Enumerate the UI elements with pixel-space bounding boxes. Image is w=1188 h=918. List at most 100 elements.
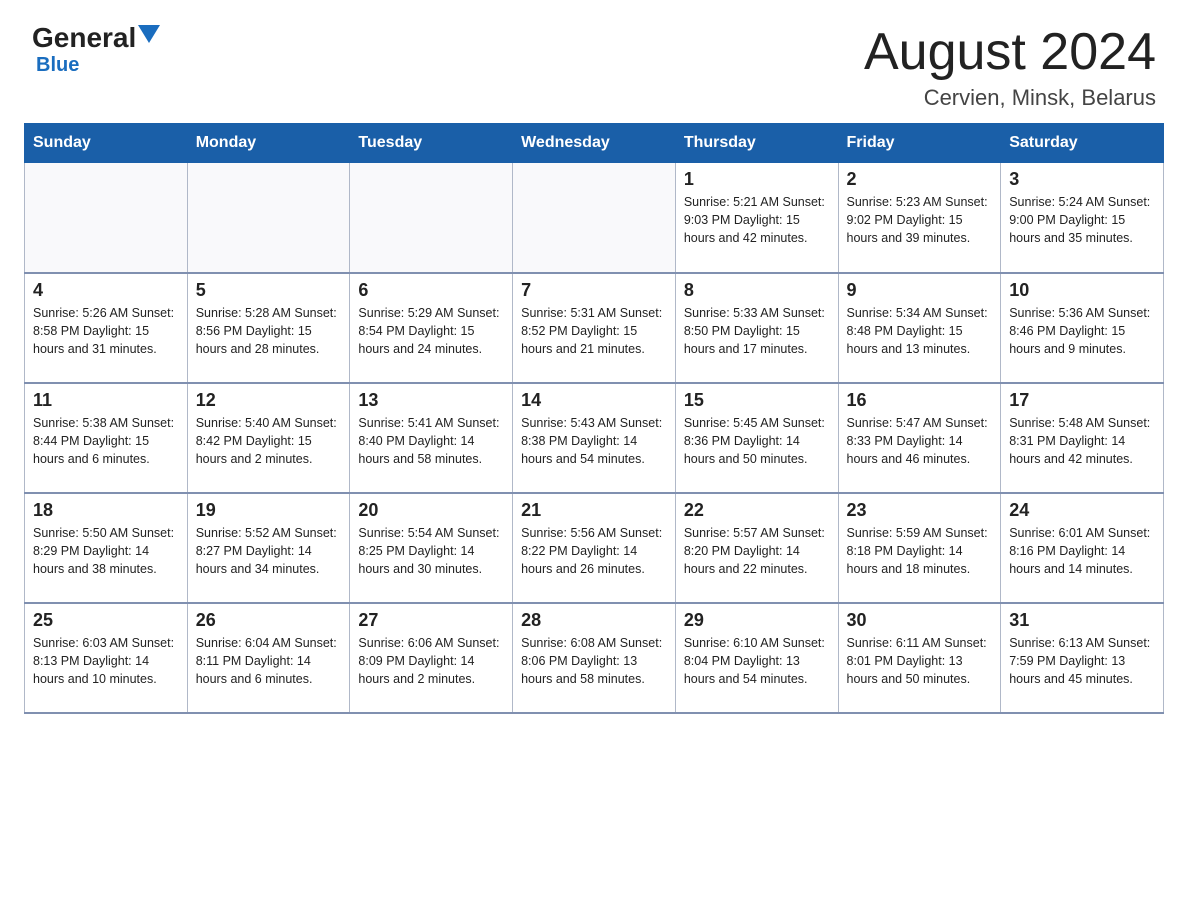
day-number: 17 bbox=[1009, 390, 1155, 411]
calendar-cell bbox=[25, 163, 188, 273]
calendar-cell: 13 Sunrise: 5:41 AM Sunset: 8:40 PM Dayli… bbox=[350, 383, 513, 493]
day-number: 13 bbox=[358, 390, 504, 411]
calendar-row-3: 11 Sunrise: 5:38 AM Sunset: 8:44 PM Dayli… bbox=[25, 383, 1164, 493]
day-number: 2 bbox=[847, 169, 993, 190]
calendar-row-4: 18 Sunrise: 5:50 AM Sunset: 8:29 PM Dayli… bbox=[25, 493, 1164, 603]
day-info: Sunrise: 5:34 AM Sunset: 8:48 PM Dayligh… bbox=[847, 304, 993, 358]
day-info: Sunrise: 6:03 AM Sunset: 8:13 PM Dayligh… bbox=[33, 634, 179, 688]
day-number: 29 bbox=[684, 610, 830, 631]
day-number: 16 bbox=[847, 390, 993, 411]
calendar-cell: 23Sunrise: 5:59 AM Sunset: 8:18 PM Dayli… bbox=[838, 493, 1001, 603]
day-info: Sunrise: 5:41 AM Sunset: 8:40 PM Dayligh… bbox=[358, 414, 504, 468]
calendar-cell: 7Sunrise: 5:31 AM Sunset: 8:52 PM Daylig… bbox=[513, 273, 676, 383]
day-number: 9 bbox=[847, 280, 993, 301]
calendar-cell: 20 Sunrise: 5:54 AM Sunset: 8:25 PM Dayli… bbox=[350, 493, 513, 603]
day-number: 31 bbox=[1009, 610, 1155, 631]
calendar-cell: 12Sunrise: 5:40 AM Sunset: 8:42 PM Dayli… bbox=[187, 383, 350, 493]
col-wednesday: Wednesday bbox=[513, 124, 676, 163]
day-number: 3 bbox=[1009, 169, 1155, 190]
day-info: Sunrise: 6:06 AM Sunset: 8:09 PM Dayligh… bbox=[358, 634, 504, 688]
day-number: 15 bbox=[684, 390, 830, 411]
day-number: 8 bbox=[684, 280, 830, 301]
calendar-row-1: 1 Sunrise: 5:21 AM Sunset: 9:03 PM Daylig… bbox=[25, 163, 1164, 273]
calendar: Sunday Monday Tuesday Wednesday Thursday… bbox=[0, 123, 1188, 738]
day-number: 27 bbox=[358, 610, 504, 631]
calendar-cell: 26 Sunrise: 6:04 AM Sunset: 8:11 PM Dayli… bbox=[187, 603, 350, 713]
day-info: Sunrise: 5:47 AM Sunset: 8:33 PM Dayligh… bbox=[847, 414, 993, 468]
day-info: Sunrise: 5:50 AM Sunset: 8:29 PM Dayligh… bbox=[33, 524, 179, 578]
day-number: 30 bbox=[847, 610, 993, 631]
day-info: Sunrise: 6:08 AM Sunset: 8:06 PM Dayligh… bbox=[521, 634, 667, 688]
day-number: 14 bbox=[521, 390, 667, 411]
month-year: August 2024 bbox=[864, 24, 1156, 81]
day-number: 4 bbox=[33, 280, 179, 301]
col-tuesday: Tuesday bbox=[350, 124, 513, 163]
day-info: Sunrise: 6:04 AM Sunset: 8:11 PM Dayligh… bbox=[196, 634, 342, 688]
day-info: Sunrise: 5:29 AM Sunset: 8:54 PM Dayligh… bbox=[358, 304, 504, 358]
calendar-cell: 9 Sunrise: 5:34 AM Sunset: 8:48 PM Daylig… bbox=[838, 273, 1001, 383]
day-info: Sunrise: 5:38 AM Sunset: 8:44 PM Dayligh… bbox=[33, 414, 179, 468]
day-info: Sunrise: 6:11 AM Sunset: 8:01 PM Dayligh… bbox=[847, 634, 993, 688]
calendar-cell bbox=[513, 163, 676, 273]
col-friday: Friday bbox=[838, 124, 1001, 163]
day-info: Sunrise: 5:40 AM Sunset: 8:42 PM Dayligh… bbox=[196, 414, 342, 468]
logo-triangle-icon bbox=[138, 25, 160, 43]
day-info: Sunrise: 5:54 AM Sunset: 8:25 PM Dayligh… bbox=[358, 524, 504, 578]
calendar-cell: 10 Sunrise: 5:36 AM Sunset: 8:46 PM Dayli… bbox=[1001, 273, 1164, 383]
calendar-cell: 8 Sunrise: 5:33 AM Sunset: 8:50 PM Daylig… bbox=[675, 273, 838, 383]
calendar-cell bbox=[187, 163, 350, 273]
calendar-table: Sunday Monday Tuesday Wednesday Thursday… bbox=[24, 123, 1164, 714]
calendar-cell: 21Sunrise: 5:56 AM Sunset: 8:22 PM Dayli… bbox=[513, 493, 676, 603]
day-number: 21 bbox=[521, 500, 667, 521]
calendar-cell: 6 Sunrise: 5:29 AM Sunset: 8:54 PM Daylig… bbox=[350, 273, 513, 383]
day-info: Sunrise: 5:26 AM Sunset: 8:58 PM Dayligh… bbox=[33, 304, 179, 358]
calendar-cell: 31Sunrise: 6:13 AM Sunset: 7:59 PM Dayli… bbox=[1001, 603, 1164, 713]
calendar-cell: 4 Sunrise: 5:26 AM Sunset: 8:58 PM Daylig… bbox=[25, 273, 188, 383]
day-number: 24 bbox=[1009, 500, 1155, 521]
title-area: August 2024 Cervien, Minsk, Belarus bbox=[864, 24, 1156, 111]
day-number: 6 bbox=[358, 280, 504, 301]
calendar-cell: 14Sunrise: 5:43 AM Sunset: 8:38 PM Dayli… bbox=[513, 383, 676, 493]
day-number: 5 bbox=[196, 280, 342, 301]
day-number: 28 bbox=[521, 610, 667, 631]
day-info: Sunrise: 5:28 AM Sunset: 8:56 PM Dayligh… bbox=[196, 304, 342, 358]
day-info: Sunrise: 5:24 AM Sunset: 9:00 PM Dayligh… bbox=[1009, 193, 1155, 247]
day-number: 10 bbox=[1009, 280, 1155, 301]
day-number: 22 bbox=[684, 500, 830, 521]
logo: General Blue bbox=[32, 24, 160, 77]
calendar-row-2: 4 Sunrise: 5:26 AM Sunset: 8:58 PM Daylig… bbox=[25, 273, 1164, 383]
col-sunday: Sunday bbox=[25, 124, 188, 163]
page-header: General Blue August 2024 Cervien, Minsk,… bbox=[0, 0, 1188, 123]
day-info: Sunrise: 6:01 AM Sunset: 8:16 PM Dayligh… bbox=[1009, 524, 1155, 578]
day-info: Sunrise: 5:52 AM Sunset: 8:27 PM Dayligh… bbox=[196, 524, 342, 578]
day-info: Sunrise: 5:21 AM Sunset: 9:03 PM Dayligh… bbox=[684, 193, 830, 247]
col-thursday: Thursday bbox=[675, 124, 838, 163]
day-info: Sunrise: 5:31 AM Sunset: 8:52 PM Dayligh… bbox=[521, 304, 667, 358]
day-number: 1 bbox=[684, 169, 830, 190]
day-info: Sunrise: 5:33 AM Sunset: 8:50 PM Dayligh… bbox=[684, 304, 830, 358]
calendar-cell: 28 Sunrise: 6:08 AM Sunset: 8:06 PM Dayli… bbox=[513, 603, 676, 713]
day-number: 18 bbox=[33, 500, 179, 521]
calendar-cell: 2 Sunrise: 5:23 AM Sunset: 9:02 PM Daylig… bbox=[838, 163, 1001, 273]
day-info: Sunrise: 5:59 AM Sunset: 8:18 PM Dayligh… bbox=[847, 524, 993, 578]
calendar-cell: 30 Sunrise: 6:11 AM Sunset: 8:01 PM Dayli… bbox=[838, 603, 1001, 713]
day-number: 25 bbox=[33, 610, 179, 631]
calendar-header-row: Sunday Monday Tuesday Wednesday Thursday… bbox=[25, 124, 1164, 163]
calendar-cell: 25 Sunrise: 6:03 AM Sunset: 8:13 PM Dayli… bbox=[25, 603, 188, 713]
col-saturday: Saturday bbox=[1001, 124, 1164, 163]
calendar-row-5: 25 Sunrise: 6:03 AM Sunset: 8:13 PM Dayli… bbox=[25, 603, 1164, 713]
logo-blue: Blue bbox=[36, 54, 79, 77]
calendar-cell: 29 Sunrise: 6:10 AM Sunset: 8:04 PM Dayli… bbox=[675, 603, 838, 713]
day-info: Sunrise: 5:36 AM Sunset: 8:46 PM Dayligh… bbox=[1009, 304, 1155, 358]
col-monday: Monday bbox=[187, 124, 350, 163]
calendar-cell: 19 Sunrise: 5:52 AM Sunset: 8:27 PM Dayli… bbox=[187, 493, 350, 603]
day-info: Sunrise: 6:10 AM Sunset: 8:04 PM Dayligh… bbox=[684, 634, 830, 688]
calendar-cell: 27 Sunrise: 6:06 AM Sunset: 8:09 PM Dayli… bbox=[350, 603, 513, 713]
day-number: 20 bbox=[358, 500, 504, 521]
day-info: Sunrise: 5:45 AM Sunset: 8:36 PM Dayligh… bbox=[684, 414, 830, 468]
day-info: Sunrise: 5:23 AM Sunset: 9:02 PM Dayligh… bbox=[847, 193, 993, 247]
day-number: 26 bbox=[196, 610, 342, 631]
calendar-cell: 15 Sunrise: 5:45 AM Sunset: 8:36 PM Dayli… bbox=[675, 383, 838, 493]
day-number: 11 bbox=[33, 390, 179, 411]
day-number: 19 bbox=[196, 500, 342, 521]
